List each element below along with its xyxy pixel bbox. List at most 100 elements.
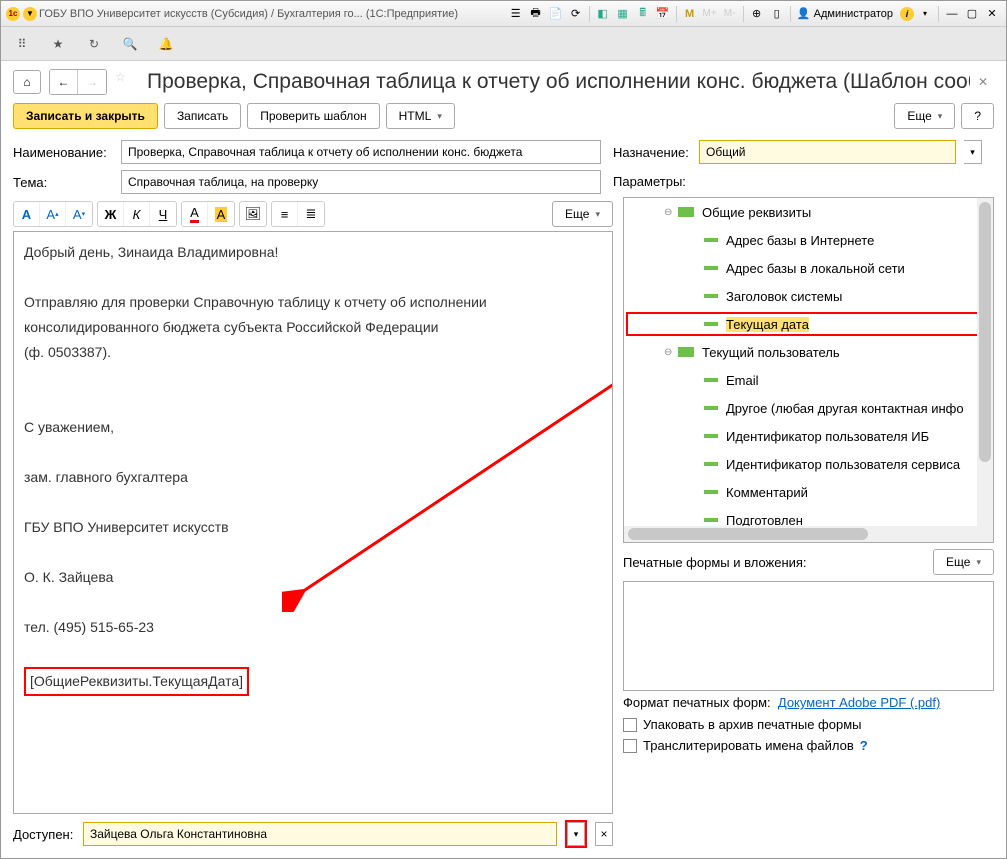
params-tree[interactable]: ⊖ Общие реквизиты Адрес базы в Интернете… (623, 197, 994, 543)
maximize-icon[interactable]: ▢ (963, 5, 981, 23)
printforms-more-button[interactable]: Еще (933, 549, 994, 575)
bell-icon[interactable]: 🔔 (157, 35, 175, 53)
compare-icon[interactable]: ◧ (594, 5, 612, 23)
nav-fwd-button[interactable]: → (78, 70, 106, 94)
attachments-box[interactable] (623, 581, 994, 691)
close-page-icon[interactable]: ✕ (978, 75, 994, 89)
font-dec-btn[interactable]: A▾ (66, 202, 92, 226)
format-link[interactable]: Документ Adobe PDF (.pdf) (778, 695, 940, 710)
font-color-btn[interactable]: A (182, 202, 208, 226)
collapse-icon[interactable]: ⊖ (664, 347, 678, 358)
mminus-icon[interactable]: M- (721, 5, 739, 23)
subject-input[interactable] (121, 170, 601, 194)
info-icon[interactable]: i (900, 7, 914, 21)
params-label: Параметры: (613, 170, 686, 193)
table-icon[interactable]: ▦ (614, 5, 632, 23)
refresh-icon[interactable]: ⟳ (567, 5, 585, 23)
pack-checkbox[interactable] (623, 718, 637, 732)
tree-folder[interactable]: ⊖ Текущий пользователь (624, 338, 993, 366)
more-button[interactable]: Еще (894, 103, 955, 129)
available-label: Доступен: (13, 827, 75, 842)
tree-item[interactable]: Email (624, 366, 993, 394)
tree-scrollbar-h[interactable] (624, 526, 977, 542)
editor-sign-line: зам. главного бухгалтера (24, 467, 602, 488)
editor-placeholder: [ОбщиеРеквизиты.ТекущаяДата] (24, 667, 249, 696)
save-close-button[interactable]: Записать и закрыть (13, 103, 158, 129)
apps-icon[interactable]: ⠿ (13, 35, 31, 53)
bg-color-btn[interactable]: A (208, 202, 234, 226)
tree-item[interactable]: Адрес базы в Интернете (624, 226, 993, 254)
panel-icon[interactable]: ▯ (768, 5, 786, 23)
doc-icon[interactable]: 📄 (547, 5, 565, 23)
tree-label: Идентификатор пользователя ИБ (726, 429, 929, 444)
available-dropdown-icon[interactable]: ▾ (567, 822, 585, 846)
close-window-icon[interactable]: ✕ (983, 5, 1001, 23)
tree-item[interactable]: Заголовок системы (624, 282, 993, 310)
item-icon (704, 294, 718, 298)
list-bul-btn[interactable]: ≣ (298, 202, 324, 226)
main-toolbar: Записать и закрыть Записать Проверить ша… (1, 95, 1006, 137)
dest-input[interactable]: Общий (699, 140, 956, 164)
available-clear-icon[interactable]: × (595, 822, 613, 846)
tb-icon-1[interactable]: ☰ (507, 5, 525, 23)
item-icon (704, 490, 718, 494)
translit-help-icon[interactable]: ? (860, 738, 868, 753)
user-icon[interactable]: 👤 (795, 5, 813, 23)
favorite-star-icon[interactable]: ☆ (115, 70, 139, 94)
dest-dropdown-icon[interactable]: ▾ (964, 140, 982, 164)
list-num-btn[interactable]: ≡ (272, 202, 298, 226)
back-icon[interactable]: ⊕ (748, 5, 766, 23)
available-input[interactable]: Зайцева Ольга Константиновна (83, 822, 557, 846)
check-template-button[interactable]: Проверить шаблон (247, 103, 379, 129)
tree-item[interactable]: Другое (любая другая контактная инфо (624, 394, 993, 422)
bold-btn[interactable]: Ж (98, 202, 124, 226)
editor-body[interactable]: Добрый день, Зинаида Владимировна! Отпра… (13, 231, 613, 814)
tree-label: Адрес базы в локальной сети (726, 261, 905, 276)
folder-icon (678, 347, 694, 357)
tree-item-current-date[interactable]: Текущая дата (624, 310, 993, 338)
font-size-btn[interactable]: A (14, 202, 40, 226)
name-input[interactable] (121, 140, 601, 164)
tree-label: Текущий пользователь (702, 345, 840, 360)
mplus-icon[interactable]: M+ (701, 5, 719, 23)
tree-item[interactable]: Комментарий (624, 478, 993, 506)
history-icon[interactable]: ↻ (85, 35, 103, 53)
print-icon[interactable]: 🖶 (527, 5, 545, 23)
tree-label: Заголовок системы (726, 289, 842, 304)
search-icon[interactable]: 🔍 (121, 35, 139, 53)
insert-image-btn[interactable]: 🖼 (240, 202, 266, 226)
italic-btn[interactable]: К (124, 202, 150, 226)
format-label: Формат печатных форм: (623, 695, 771, 710)
font-inc-btn[interactable]: A▴ (40, 202, 66, 226)
translit-checkbox[interactable] (623, 739, 637, 753)
tree-item[interactable]: Идентификатор пользователя ИБ (624, 422, 993, 450)
collapse-icon[interactable]: ⊖ (664, 207, 678, 218)
nav-back-button[interactable]: ← (50, 70, 78, 94)
subject-label: Тема: (13, 175, 113, 190)
calendar-icon[interactable]: 📅 (654, 5, 672, 23)
underline-btn[interactable]: Ч (150, 202, 176, 226)
save-button[interactable]: Записать (164, 103, 241, 129)
info-drop-icon[interactable]: ▾ (916, 5, 934, 23)
editor-regards: С уважением, (24, 417, 602, 438)
menubar: ⠿ ★ ↻ 🔍 🔔 (1, 27, 1006, 61)
pack-label: Упаковать в архив печатные формы (643, 717, 861, 732)
app-icon-1c: 1с (5, 6, 21, 22)
item-icon (704, 266, 718, 270)
star-icon[interactable]: ★ (49, 35, 67, 53)
tree-item[interactable]: Идентификатор пользователя сервиса (624, 450, 993, 478)
m-icon[interactable]: M (681, 5, 699, 23)
home-button[interactable]: ⌂ (13, 70, 41, 94)
calc-icon[interactable]: 🖩 (634, 5, 652, 23)
help-button[interactable]: ? (961, 103, 994, 129)
editor-sign-line: тел. (495) 515-65-23 (24, 617, 602, 638)
tree-item[interactable]: Адрес базы в локальной сети (624, 254, 993, 282)
editor-more-button[interactable]: Еще (552, 201, 613, 227)
dropdown-icon[interactable]: ▼ (23, 7, 37, 21)
html-button[interactable]: HTML (386, 103, 455, 129)
dest-label: Назначение: (613, 145, 691, 160)
tree-folder[interactable]: ⊖ Общие реквизиты (624, 198, 993, 226)
tree-scrollbar-v[interactable] (977, 198, 993, 542)
page-title: Проверка, Справочная таблица к отчету об… (147, 70, 970, 94)
minimize-icon[interactable]: — (943, 5, 961, 23)
